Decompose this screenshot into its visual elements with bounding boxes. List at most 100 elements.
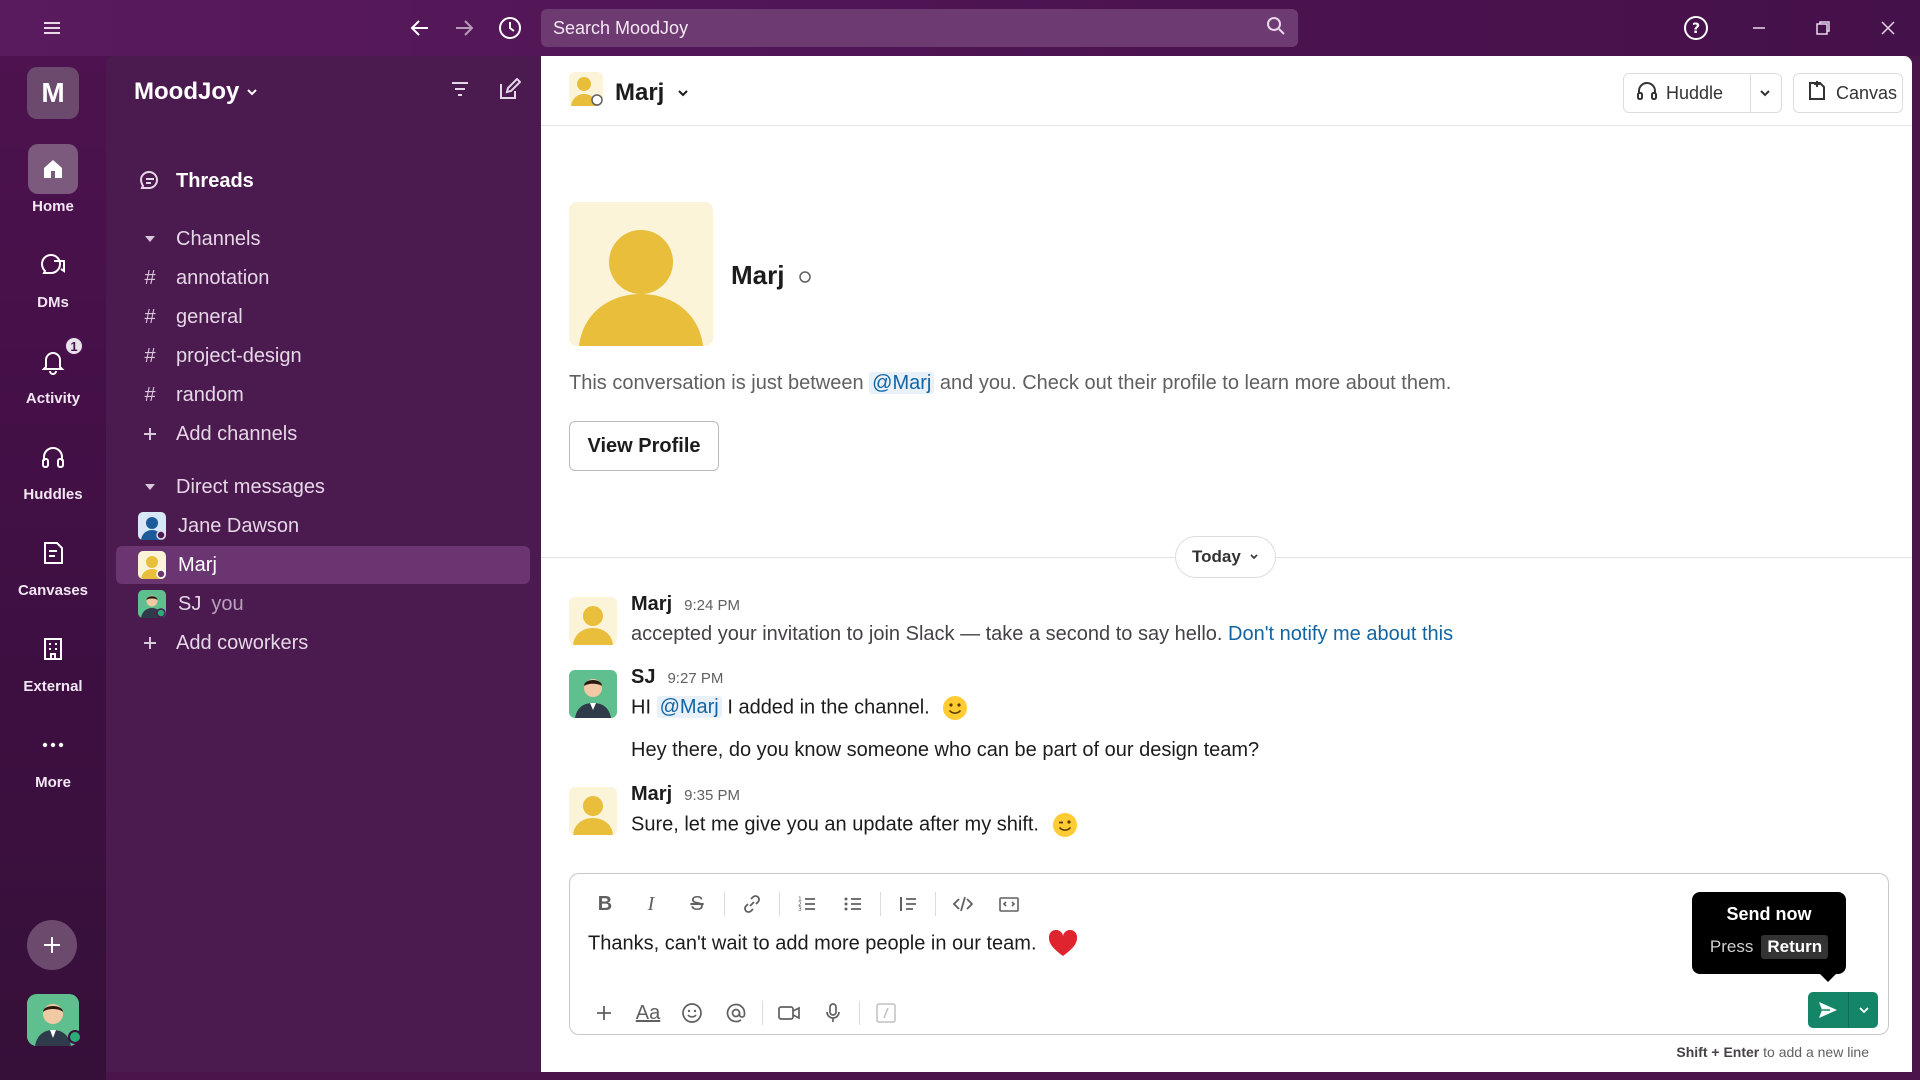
sidebar-item-annotation[interactable]: # annotation: [116, 259, 530, 297]
message-header: Marj 9:35 PM: [631, 783, 740, 806]
forward-arrow-icon[interactable]: [446, 10, 482, 46]
strikethrough-icon[interactable]: S: [674, 886, 720, 922]
mention-marj[interactable]: @Marj: [869, 372, 935, 394]
toolbar-divider: [859, 1001, 860, 1025]
rail-item-dms[interactable]: DMs: [0, 240, 106, 311]
link-icon[interactable]: [729, 886, 775, 922]
message-item: Marj 9:35 PM Sure, let me give you an up…: [569, 783, 1869, 847]
marj-message-avatar[interactable]: [569, 787, 617, 835]
intro-name-text: Marj: [731, 260, 785, 290]
rail-item-home[interactable]: Home: [0, 144, 106, 215]
mention-marj[interactable]: @Marj: [656, 696, 722, 719]
huddle-options-button[interactable]: [1750, 73, 1782, 113]
rail-item-canvases[interactable]: Canvases: [0, 528, 106, 599]
rail-label-canvases: Canvases: [17, 582, 89, 599]
italic-icon[interactable]: I: [628, 886, 674, 922]
blockquote-icon[interactable]: [885, 886, 931, 922]
video-clip-icon[interactable]: [767, 996, 811, 1030]
conversation-title-button[interactable]: Marj: [569, 72, 690, 113]
hamburger-menu-icon[interactable]: [34, 10, 70, 46]
message-time[interactable]: 9:35 PM: [684, 787, 740, 804]
sidebar-item-threads[interactable]: Threads: [116, 162, 530, 200]
hash-icon: #: [144, 305, 156, 328]
filter-icon[interactable]: [449, 78, 471, 107]
jane-avatar: [138, 512, 166, 540]
sidebar-item-general[interactable]: # general: [116, 298, 530, 336]
canvas-label: Canvas: [1836, 82, 1898, 103]
sidebar-item-project-design[interactable]: # project-design: [116, 337, 530, 375]
composer-input[interactable]: Thanks, can't wait to add more people in…: [588, 929, 1078, 958]
schedule-send-button[interactable]: [1848, 992, 1878, 1028]
rail-item-huddles[interactable]: Huddles: [0, 432, 106, 503]
microphone-icon[interactable]: [811, 996, 855, 1030]
away-status-icon: [798, 260, 812, 291]
message-item: Marj 9:24 PM accepted your invitation to…: [569, 593, 1869, 657]
send-button[interactable]: [1808, 992, 1848, 1028]
create-new-button[interactable]: [27, 920, 77, 970]
tooltip-key: Return: [1761, 935, 1829, 959]
message-item: SJ 9:27 PM HI @Marj I added in the chann…: [569, 666, 1869, 776]
sidebar-item-jane-dawson[interactable]: Jane Dawson: [116, 507, 530, 545]
code-icon[interactable]: [940, 886, 986, 922]
rail-label-external: External: [23, 678, 83, 695]
composer-actions: Aa: [582, 996, 908, 1030]
building-icon: [28, 624, 78, 674]
workspace-avatar[interactable]: M: [27, 67, 79, 119]
minimize-window-icon[interactable]: [1741, 10, 1777, 46]
channels-header: Channels: [176, 227, 261, 250]
canvas-icon: [1806, 80, 1828, 107]
message-text: accepted your invitation to join Slack —…: [631, 623, 1453, 646]
chevron-down-icon: [1759, 83, 1771, 104]
rail-item-activity[interactable]: 1 Activity: [0, 336, 106, 407]
workspace-menu[interactable]: MoodJoy: [134, 78, 259, 106]
ordered-list-icon[interactable]: 123: [784, 886, 830, 922]
toolbar-divider: [724, 892, 725, 916]
message-time[interactable]: 9:27 PM: [667, 670, 723, 687]
message-text: Sure, let me give you an update after my…: [631, 811, 1079, 839]
message-time[interactable]: 9:24 PM: [684, 597, 740, 614]
rail-item-more[interactable]: More: [0, 720, 106, 791]
bulleted-list-icon[interactable]: [830, 886, 876, 922]
code-block-icon[interactable]: [986, 886, 1032, 922]
channels-section-toggle[interactable]: Channels: [116, 220, 530, 258]
attach-plus-icon[interactable]: [582, 996, 626, 1030]
caret-down-icon: [138, 232, 162, 246]
newline-hint: Shift + Enter to add a new line: [1676, 1044, 1869, 1060]
rail-label-home: Home: [32, 198, 74, 215]
dm-section-toggle[interactable]: Direct messages: [116, 468, 530, 506]
toolbar-divider: [880, 892, 881, 916]
canvas-button[interactable]: Canvas: [1793, 73, 1903, 113]
mention-icon[interactable]: [714, 996, 758, 1030]
restore-window-icon[interactable]: [1805, 10, 1841, 46]
message-author[interactable]: Marj: [631, 783, 672, 806]
view-profile-button[interactable]: View Profile: [569, 421, 719, 471]
date-divider-today[interactable]: Today: [1175, 536, 1276, 578]
rail-item-external[interactable]: External: [0, 624, 106, 695]
sidebar-item-marj[interactable]: Marj: [116, 546, 530, 584]
huddle-button[interactable]: Huddle: [1623, 73, 1751, 113]
text-format-icon[interactable]: Aa: [626, 996, 670, 1030]
help-icon[interactable]: ?: [1678, 10, 1714, 46]
dont-notify-link[interactable]: Don't notify me about this: [1228, 623, 1453, 645]
message-author[interactable]: SJ: [631, 666, 655, 689]
add-coworkers-button[interactable]: Add coworkers: [116, 624, 530, 662]
emoji-icon[interactable]: [670, 996, 714, 1030]
marj-message-avatar[interactable]: [569, 597, 617, 645]
add-channels-button[interactable]: Add channels: [116, 415, 530, 453]
message-author[interactable]: Marj: [631, 593, 672, 616]
hint-key: Shift + Enter: [1676, 1044, 1760, 1060]
back-arrow-icon[interactable]: [402, 10, 438, 46]
send-now-tooltip: Send now Press Return: [1692, 892, 1846, 982]
compose-icon[interactable]: [497, 77, 522, 107]
slash-command-icon[interactable]: [864, 996, 908, 1030]
channel-label: project-design: [176, 344, 302, 367]
search-bar[interactable]: Search MoodJoy: [541, 9, 1298, 47]
history-clock-icon[interactable]: [492, 10, 528, 46]
close-window-icon[interactable]: [1870, 10, 1906, 46]
canvas-icon: [28, 528, 78, 578]
sidebar-item-sj[interactable]: SJ you: [116, 585, 530, 623]
sj-message-avatar[interactable]: [569, 670, 617, 718]
message-composer[interactable]: B I S 123 Thanks, can't wait to add more…: [569, 873, 1889, 1035]
bold-icon[interactable]: B: [582, 886, 628, 922]
sidebar-item-random[interactable]: # random: [116, 376, 530, 414]
